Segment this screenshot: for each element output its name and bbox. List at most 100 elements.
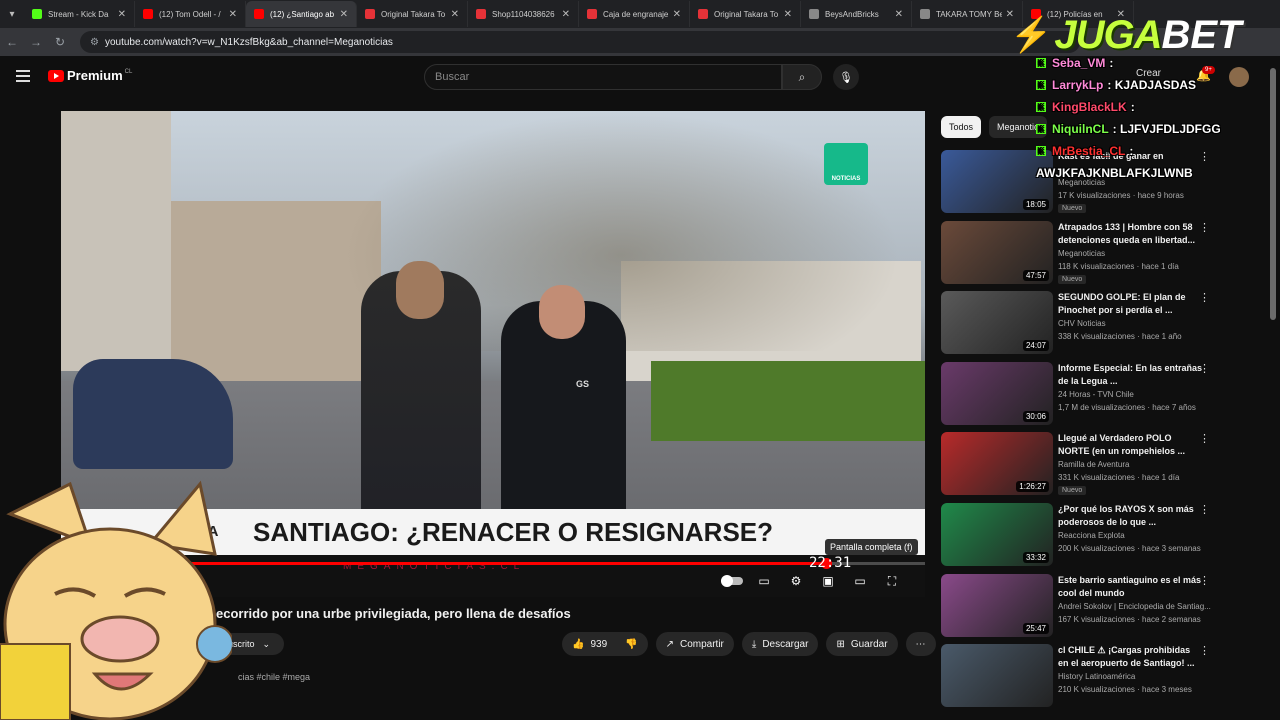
browser-tab[interactable]: (12) ¿Santiago ab ✕ — [246, 1, 357, 27]
close-icon[interactable]: ✕ — [784, 9, 792, 20]
channel-name[interactable]: Ramilla de Aventura — [1058, 460, 1129, 469]
url-field[interactable]: ⚙ youtube.com/watch?v=w_N1KzsfBkg&ab_cha… — [80, 31, 1080, 53]
browser-tab[interactable]: (12) Tom Odell - / ✕ — [135, 1, 246, 27]
recommendation-item[interactable]: cl CHILE ⚠ ¡Cargas prohibidas en el aero… — [941, 644, 1211, 710]
thumbs-up-icon: 👍 — [572, 638, 585, 650]
video-thumbnail[interactable]: 25:47 — [941, 573, 1053, 637]
autoplay-toggle[interactable] — [721, 575, 743, 587]
video-thumbnail[interactable] — [941, 644, 1053, 708]
microphone-icon[interactable]: 🎙 — [833, 64, 859, 90]
channel-name[interactable]: History Latinoamérica — [1058, 672, 1135, 681]
browser-tab[interactable]: BeysAndBricks ✕ — [801, 1, 912, 27]
more-icon[interactable]: ⋮ — [1199, 644, 1210, 657]
back-icon[interactable]: ← — [0, 35, 24, 49]
channel-name[interactable]: 24 Horas - TVN Chile — [1058, 390, 1134, 399]
tab-favicon-icon — [476, 9, 486, 19]
tab-label: BeysAndBricks — [825, 9, 879, 19]
recommendation-item[interactable]: 24:07 SEGUNDO GOLPE: El plan de Pinochet … — [941, 291, 1211, 357]
close-icon[interactable]: ✕ — [118, 9, 126, 20]
close-icon[interactable]: ✕ — [562, 9, 570, 20]
search-placeholder: Buscar — [435, 71, 470, 83]
fullscreen-tooltip: Pantalla completa (f) — [825, 539, 918, 555]
video-thumbnail[interactable]: 33:32 — [941, 503, 1053, 566]
tab-label: Original Takara To — [714, 9, 779, 19]
browser-tab[interactable]: Original Takara To ✕ — [690, 1, 801, 27]
more-icon[interactable]: ⋮ — [1199, 221, 1210, 234]
cat-avatar-overlay — [0, 480, 232, 720]
browser-tab[interactable]: TAKARA TOMY Be ✕ — [912, 1, 1023, 27]
thumbs-down-icon[interactable]: 👎 — [625, 639, 637, 650]
recommendation-item[interactable]: 1:26:27 Llegué al Verdadero POLO NORTE (e… — [941, 432, 1211, 498]
jacket-logo: GS — [576, 379, 590, 389]
tab-label: (12) Tom Odell - / — [159, 9, 221, 19]
recommendation-item[interactable]: 25:47 Este barrio santiaguino es el más c… — [941, 573, 1211, 640]
filter-chip[interactable]: Todos — [941, 116, 982, 138]
like-button[interactable]: 👍 939 👎 — [562, 632, 648, 656]
more-icon[interactable]: ⋮ — [1199, 574, 1210, 587]
tab-favicon-icon — [920, 9, 930, 19]
video-thumbnail[interactable]: 24:07 — [941, 291, 1053, 355]
site-info-icon[interactable]: ⚙ — [90, 37, 99, 48]
close-icon[interactable]: ✕ — [451, 9, 459, 20]
search-input[interactable]: Buscar — [424, 64, 782, 90]
logo-text: Premium — [67, 68, 123, 83]
menu-icon[interactable] — [16, 70, 30, 82]
video-title[interactable]: Este barrio santiaguino es el más cool d… — [1058, 574, 1203, 600]
video-title[interactable]: SEGUNDO GOLPE: El plan de Pinochet por s… — [1058, 291, 1203, 317]
recommendation-item[interactable]: 30:06 Informe Especial: En las entrañas d… — [941, 361, 1211, 428]
video-duration: 47:57 — [1022, 269, 1049, 281]
channel-name[interactable]: Andrei Sokolov | Enciclopedia de Santiag… — [1058, 602, 1211, 611]
search-icon[interactable]: ⌕ — [782, 64, 822, 90]
new-badge: Nuevo — [1058, 486, 1087, 496]
close-icon[interactable]: ✕ — [229, 9, 237, 20]
recommendation-item[interactable]: 47:57 Atrapados 133 | Hombre con 58 deten… — [941, 220, 1211, 287]
more-icon[interactable]: ⋮ — [1199, 432, 1210, 445]
more-icon[interactable]: ⋮ — [1199, 503, 1210, 516]
video-title[interactable]: ¿Por qué los RAYOS X son más poderosos d… — [1058, 503, 1203, 529]
channel-name[interactable]: Meganoticias — [1058, 249, 1105, 258]
close-icon[interactable]: ✕ — [673, 9, 681, 20]
theater-mode-icon[interactable]: ▭ — [849, 573, 871, 589]
browser-tab[interactable]: Stream - Kick Da ✕ — [24, 1, 135, 27]
youtube-logo[interactable]: Premium CL — [48, 68, 132, 83]
video-meta: 210 K visualizaciones · hace 3 meses — [1058, 685, 1192, 695]
channel-name[interactable]: CHV Noticias — [1058, 319, 1106, 328]
description-preview[interactable]: cias #chile #mega — [238, 672, 310, 682]
share-button[interactable]: ↗ Compartir — [655, 632, 734, 656]
chat-message: K Seba_VM: — [1036, 52, 1276, 74]
subtitles-icon[interactable]: ▭ — [753, 573, 775, 589]
miniplayer-icon[interactable]: ▣ — [817, 573, 839, 589]
timecode: 22:31 — [809, 555, 852, 571]
chat-message: K MrBestia_CL: — [1036, 140, 1276, 162]
chat-text: : LJFVJFDLJDFGG — [1112, 122, 1221, 136]
fullscreen-icon[interactable]: ⛶ — [881, 573, 903, 589]
tab-search-icon[interactable]: ▾ — [0, 0, 24, 28]
video-thumbnail[interactable]: 47:57 — [941, 220, 1053, 284]
video-title[interactable]: Llegué al Verdadero POLO NORTE (en un ro… — [1058, 432, 1203, 458]
video-thumbnail[interactable]: 1:26:27 — [941, 432, 1053, 496]
more-icon[interactable]: ⋮ — [1199, 291, 1210, 304]
browser-tab[interactable]: Original Takara To ✕ — [357, 1, 468, 27]
more-actions-button[interactable]: ⋯ — [905, 632, 936, 656]
recommendation-item[interactable]: 33:32 ¿Por qué los RAYOS X son más podero… — [941, 503, 1211, 569]
chat-text: : — [1109, 56, 1114, 70]
settings-icon[interactable]: ⚙ — [785, 573, 807, 589]
tab-favicon-icon — [587, 9, 597, 19]
video-title[interactable]: cl CHILE ⚠ ¡Cargas prohibidas en el aero… — [1058, 644, 1203, 670]
reload-icon[interactable]: ↻ — [48, 35, 72, 49]
chat-message: K NiquilnCL: LJFVJFDLJDFGG — [1036, 118, 1276, 140]
kick-icon: K — [1036, 146, 1046, 156]
chat-username: Seba_VM — [1052, 56, 1106, 70]
download-button[interactable]: ⤓ Descargar — [741, 632, 819, 656]
save-button[interactable]: ⊞ Guardar — [826, 632, 898, 656]
video-title[interactable]: Atrapados 133 | Hombre con 58 detencione… — [1058, 221, 1203, 247]
browser-tab[interactable]: Shop1104038626 ✕ — [468, 1, 579, 27]
forward-icon[interactable]: → — [24, 35, 48, 49]
more-icon[interactable]: ⋮ — [1199, 362, 1210, 375]
channel-name[interactable]: Reacciona Explota — [1058, 531, 1125, 540]
browser-tab[interactable]: Caja de engranaje ✕ — [579, 1, 690, 27]
video-thumbnail[interactable]: 30:06 — [941, 361, 1053, 425]
close-icon[interactable]: ✕ — [340, 9, 348, 20]
video-title[interactable]: Informe Especial: En las entrañas de la … — [1058, 362, 1203, 388]
close-icon[interactable]: ✕ — [895, 9, 903, 20]
